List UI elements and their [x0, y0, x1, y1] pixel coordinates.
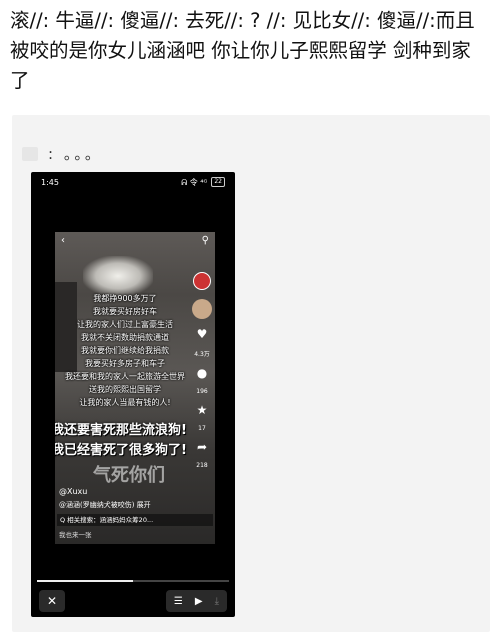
- video-frame[interactable]: ‹ ⚲ 我都挣900多万了 我就要买好房好车 让我的家人们过上富豪生活 我就不关…: [55, 232, 215, 544]
- search-icon[interactable]: ⚲: [202, 235, 209, 246]
- close-button[interactable]: ✕: [39, 590, 65, 612]
- comment-icon[interactable]: ●: [197, 367, 207, 379]
- share-count: 218: [196, 462, 208, 469]
- subtitle-line: 让我的家人当最有钱的人!: [79, 398, 171, 407]
- progress-fill: [37, 580, 133, 582]
- video-progress[interactable]: [37, 580, 229, 582]
- subtitle-line: 送我的熙熙出国留学: [89, 385, 161, 394]
- video-caption: @涵涵(罗幽纳犬被咬伤) 展开: [59, 501, 151, 509]
- status-time: 1:45: [41, 177, 59, 187]
- subtitle-line: 我还要和我的家人一起旅游全世界: [65, 372, 185, 381]
- video-username[interactable]: @Xuxu: [59, 487, 87, 496]
- signal-icons: ᕱ 令 ⁴ᴳ: [181, 177, 208, 187]
- player-controls: ✕ ☰ ▶ ⤓: [31, 588, 235, 614]
- list-icon[interactable]: ☰: [174, 596, 183, 607]
- like-icon[interactable]: ♥: [197, 328, 208, 340]
- creator-avatar[interactable]: [193, 272, 211, 290]
- video-subtitles: 我都挣900多万了 我就要买好房好车 让我的家人们过上富豪生活 我就不关闭数助捐…: [55, 292, 195, 409]
- quote-text: : 。。。: [48, 145, 103, 163]
- phone-screenshot: 1:45 ᕱ 令 ⁴ᴳ 22 ‹ ⚲ 我都挣900多万了 我就要买好房好车 让我…: [31, 172, 235, 617]
- subtitle-line: 我就要你们继续给我捐款: [81, 346, 169, 355]
- star-count: 17: [198, 425, 206, 432]
- post-text: 滚//: 牛逼//: 傻逼//: 去死//: ? //: 见比女//: 傻逼//…: [10, 9, 475, 92]
- comment-input[interactable]: 我也来一张: [59, 529, 92, 539]
- battery-icon: 22: [211, 177, 225, 187]
- ceiling-light: [83, 256, 153, 296]
- subtitle-line: 我就要买好房好车: [93, 307, 157, 316]
- star-icon[interactable]: ★: [197, 404, 208, 416]
- sticker-avatar[interactable]: [192, 299, 212, 319]
- blurred-avatar: [22, 146, 38, 161]
- subtitle-line: 让我的家人们过上富豪生活: [77, 320, 173, 329]
- download-icon[interactable]: ⤓: [215, 596, 219, 607]
- back-icon[interactable]: ‹: [61, 235, 65, 246]
- quote-author: : 。。。: [22, 143, 103, 164]
- side-actions: ♥ 4.3万 ● 196 ★ 17 ➦ 218: [191, 272, 213, 469]
- like-count: 4.3万: [194, 351, 210, 358]
- subtitle-line: 我就不关闭数助捐款通道: [81, 333, 169, 342]
- video-watermark-text: 气死你们: [93, 465, 165, 486]
- comment-count: 196: [196, 388, 208, 395]
- subtitle-line: 我都挣900多万了: [93, 294, 157, 303]
- share-icon[interactable]: ➦: [197, 441, 207, 453]
- related-search-bar[interactable]: Q 相关搜索：涵涵妈妈众筹20...: [57, 514, 213, 526]
- quoted-post[interactable]: : 。。。 1:45 ᕱ 令 ⁴ᴳ 22 ‹ ⚲ 我都挣900多万了 我就要买好…: [12, 115, 490, 632]
- subtitle-line: 我要买好多房子和车子: [85, 359, 165, 368]
- status-bar: 1:45 ᕱ 令 ⁴ᴳ 22: [31, 172, 235, 192]
- play-icon[interactable]: ▶: [195, 596, 203, 607]
